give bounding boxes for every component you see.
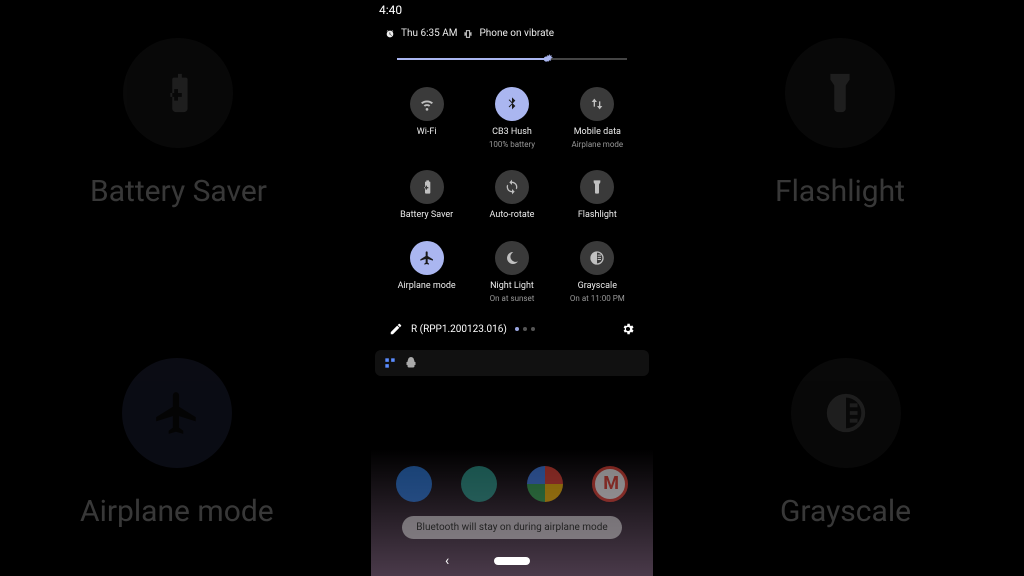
moon-icon — [504, 250, 520, 266]
data-arrows-icon — [589, 96, 605, 112]
tile-auto-rotate[interactable]: Auto-rotate — [472, 170, 551, 221]
qs-page-dots — [515, 327, 535, 331]
qs-tiles: Wi-Fi CB3 Hush 100% battery Mobile data … — [385, 83, 639, 314]
phone-frame: 4:40 Thu 6:35 AM Phone on vibrate Wi-Fi — [371, 0, 653, 576]
bg-tile-battery-saver: Battery Saver — [90, 38, 267, 209]
bg-tile-airplane: Airplane mode — [80, 358, 274, 529]
back-button[interactable]: ‹ — [445, 553, 449, 569]
tile-battery-saver[interactable]: Battery Saver — [387, 170, 466, 221]
battery-plus-icon — [419, 179, 435, 195]
wifi-icon — [419, 96, 435, 112]
bluetooth-icon — [504, 96, 520, 112]
navbar: ‹ — [371, 548, 653, 574]
brightness-thumb-icon[interactable] — [541, 51, 557, 67]
settings-icon[interactable] — [621, 322, 635, 336]
alarm-time: Thu 6:35 AM — [401, 28, 457, 39]
statusbar: 4:40 — [371, 0, 653, 20]
ringer-status: Phone on vibrate — [479, 28, 554, 39]
bg-tile-flashlight: Flashlight — [775, 38, 905, 209]
home-pill[interactable] — [494, 557, 530, 565]
notification-icons-row[interactable] — [375, 350, 649, 376]
quick-settings-panel: Thu 6:35 AM Phone on vibrate Wi-Fi CB3 H… — [375, 20, 649, 344]
edit-tiles-icon[interactable] — [389, 322, 403, 336]
qs-footer: R (RPP1.200123.016) — [385, 314, 639, 338]
tile-night-light[interactable]: Night Light On at sunset — [472, 241, 551, 304]
tile-bluetooth[interactable]: CB3 Hush 100% battery — [472, 87, 551, 150]
statusbar-time: 4:40 — [379, 3, 402, 17]
airplane-icon — [419, 250, 435, 266]
fit-icon — [383, 356, 397, 370]
qs-header: Thu 6:35 AM Phone on vibrate — [385, 28, 639, 39]
rotate-icon — [504, 179, 520, 195]
alarm-icon — [385, 29, 395, 39]
tile-grayscale[interactable]: Grayscale On at 11:00 PM — [558, 241, 637, 304]
app-row: M — [381, 466, 643, 502]
tile-flashlight[interactable]: Flashlight — [558, 170, 637, 221]
tile-airplane[interactable]: Airplane mode — [387, 241, 466, 304]
build-text: R (RPP1.200123.016) — [411, 324, 507, 335]
tile-mobile-data[interactable]: Mobile data Airplane mode — [558, 87, 637, 150]
brightness-slider[interactable] — [397, 49, 627, 69]
grayscale-icon — [589, 250, 605, 266]
bg-tile-grayscale: Grayscale — [780, 358, 911, 529]
flashlight-icon — [589, 179, 605, 195]
android-icon — [405, 357, 417, 369]
toast: Bluetooth will stay on during airplane m… — [402, 516, 622, 539]
tile-wifi[interactable]: Wi-Fi — [387, 87, 466, 150]
vibrate-icon — [463, 29, 473, 39]
